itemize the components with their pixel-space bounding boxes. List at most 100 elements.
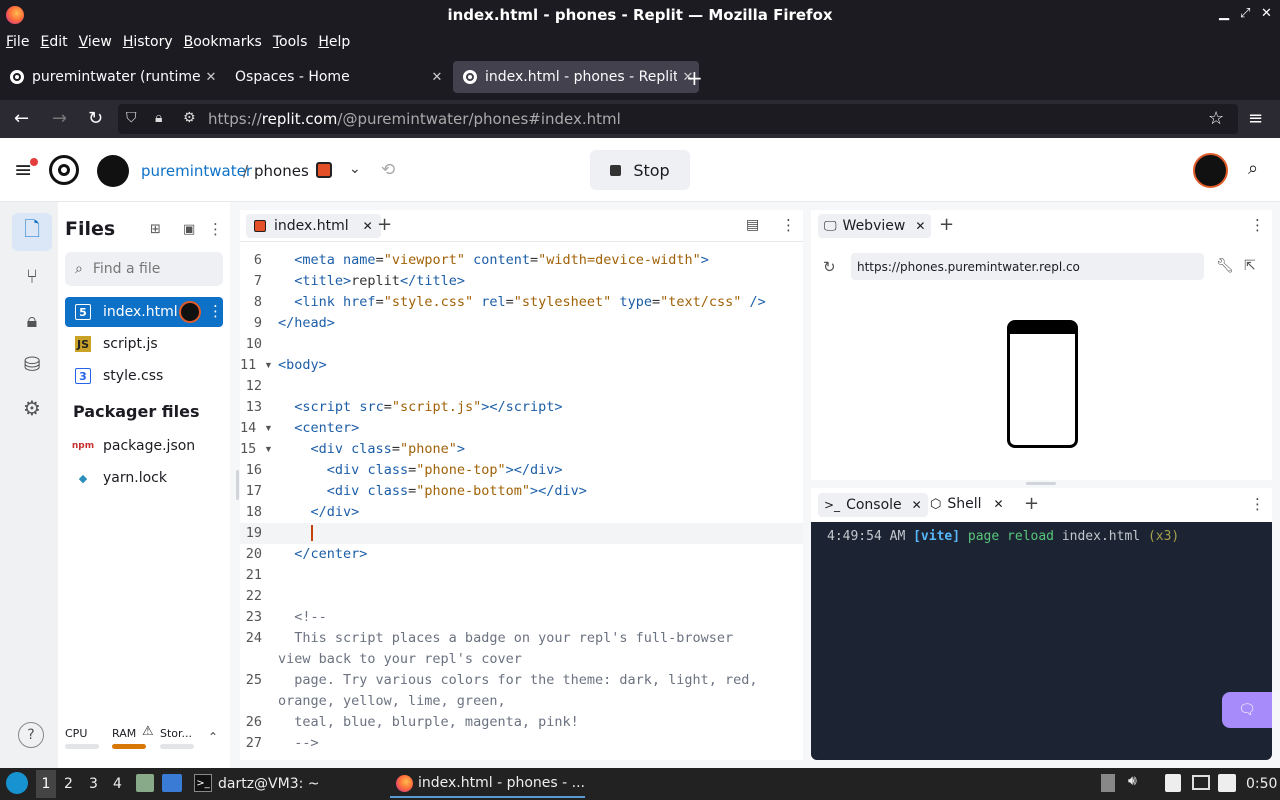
replit-tab-icon xyxy=(10,70,24,84)
menu-file[interactable]: File xyxy=(6,34,29,50)
add-tab-icon[interactable]: + xyxy=(939,214,954,235)
user-avatar[interactable] xyxy=(1193,153,1228,188)
files-icon[interactable]: 🗋︎ xyxy=(12,213,52,251)
close-tab-icon[interactable]: ✕ xyxy=(912,498,922,512)
storage-meter xyxy=(160,744,194,749)
file-yarn-lock[interactable]: ◆ yarn.lock xyxy=(65,463,223,493)
minimize-icon[interactable]: ▁ xyxy=(1219,6,1229,21)
webview-tab[interactable]: 🖵 Webview ✕ xyxy=(818,214,932,238)
taskbar-terminal[interactable]: dartz@VM3: ~ xyxy=(218,776,320,792)
find-file-input[interactable]: ⌕ Find a file xyxy=(65,252,223,286)
code-line: 19 xyxy=(240,523,803,544)
shield-icon[interactable]: ⛉ xyxy=(126,110,137,126)
code-text: <script src="script.js"></script> xyxy=(294,399,563,415)
chevron-up-icon[interactable]: ⌃ xyxy=(208,730,218,744)
database-icon[interactable]: ⛁ xyxy=(12,345,52,383)
chevron-down-icon[interactable]: ⌄ xyxy=(349,161,361,177)
back-icon[interactable]: ← xyxy=(14,108,29,129)
tab-ospaces[interactable]: Ospaces - Home ✕ xyxy=(226,61,448,93)
add-tab-icon[interactable]: + xyxy=(377,214,392,235)
file-script-js[interactable]: JS script.js xyxy=(65,329,223,359)
panel-resize-handle[interactable] xyxy=(236,470,239,500)
close-window-icon[interactable]: ✕ xyxy=(1261,6,1272,21)
workspace-3[interactable]: 3 xyxy=(89,776,98,792)
workspace-2[interactable]: 2 xyxy=(64,776,73,792)
secrets-lock-icon[interactable]: 🔒︎ xyxy=(12,301,52,339)
bookmark-star-icon[interactable]: ☆ xyxy=(1208,108,1224,129)
close-tab-icon[interactable]: ✕ xyxy=(200,70,222,85)
menu-help[interactable]: Help xyxy=(318,34,350,50)
tab-index-html[interactable]: index.html - phones - Replit ✕ xyxy=(453,61,699,93)
line-number: 14 ▾ xyxy=(240,420,273,436)
menu-history[interactable]: History xyxy=(123,34,173,50)
forward-icon[interactable]: → xyxy=(52,108,67,129)
file-manager-icon[interactable] xyxy=(136,774,154,792)
workspace-1[interactable]: 1 xyxy=(36,770,56,798)
workspace-4[interactable]: 4 xyxy=(113,776,122,792)
npm-icon: npm xyxy=(71,441,95,451)
search-icon[interactable]: ⌕ xyxy=(1248,158,1258,179)
new-folder-icon[interactable]: ▣ xyxy=(183,222,195,237)
clipboard-icon[interactable] xyxy=(1165,774,1181,792)
repl-avatar[interactable] xyxy=(97,155,129,187)
desktop-icon[interactable] xyxy=(162,774,182,792)
webview-more-icon[interactable]: ⋮ xyxy=(1250,216,1265,234)
taskbar-browser[interactable]: index.html - phones - ... xyxy=(390,770,585,798)
open-new-window-icon[interactable]: ⇱ xyxy=(1244,258,1256,274)
console-more-icon[interactable]: ⋮ xyxy=(1250,495,1265,513)
file-style-css[interactable]: 3 style.css xyxy=(65,361,223,391)
firefox-icon xyxy=(6,6,24,24)
code-line: orange, yellow, lime, green, xyxy=(240,691,506,712)
menu-view[interactable]: View xyxy=(79,34,112,50)
format-icon[interactable]: ▤ xyxy=(746,217,759,233)
close-tab-icon[interactable]: ✕ xyxy=(426,70,448,85)
new-file-icon[interactable]: ⊞ xyxy=(150,222,161,237)
network-icon[interactable] xyxy=(1218,774,1236,792)
shell-tab[interactable]: ⬡ Shell ✕ xyxy=(930,496,1004,512)
os-start-icon[interactable] xyxy=(6,772,28,794)
add-tab-icon[interactable]: + xyxy=(1024,493,1039,514)
editor-tab-index-html[interactable]: index.html ✕ xyxy=(246,214,381,238)
close-tab-icon[interactable]: ✕ xyxy=(915,219,925,233)
webview-reload-icon[interactable]: ↻ xyxy=(823,258,836,276)
volume-icon[interactable]: 🔊︎ xyxy=(1128,773,1137,789)
new-tab-icon[interactable]: + xyxy=(686,66,703,90)
devtools-wrench-icon[interactable]: 🔧︎ xyxy=(1216,258,1234,274)
reload-icon[interactable]: ↻ xyxy=(88,108,103,129)
file-package-json[interactable]: npm package.json xyxy=(65,431,223,461)
editor-more-icon[interactable]: ⋮ xyxy=(781,216,796,234)
close-tab-icon[interactable]: ✕ xyxy=(363,219,373,233)
help-icon[interactable]: ? xyxy=(18,722,44,748)
git-icon[interactable]: ⑂ xyxy=(12,257,52,295)
stop-button[interactable]: Stop xyxy=(590,150,690,190)
webview-url-input[interactable]: https://phones.puremintwater.repl.co xyxy=(851,253,1204,280)
menu-edit[interactable]: Edit xyxy=(40,34,67,50)
menu-bookmarks[interactable]: Bookmarks xyxy=(184,34,262,50)
permissions-icon[interactable]: ⚙ xyxy=(183,110,196,126)
history-icon[interactable]: ⟲ xyxy=(381,160,395,180)
tray-updates-icon[interactable] xyxy=(1101,774,1115,792)
replit-tab-icon xyxy=(463,70,477,84)
url-bar[interactable]: https://replit.com/@puremintwater/phones… xyxy=(118,104,1238,134)
replit-logo-icon[interactable] xyxy=(49,155,79,185)
files-more-icon[interactable]: ⋮ xyxy=(208,220,223,238)
owner-link[interactable]: puremintwater xyxy=(141,162,252,180)
line-number: 26 xyxy=(245,714,262,730)
app-menu-icon[interactable]: ≡ xyxy=(1248,108,1263,129)
code-line: 17 <div class="phone-bottom"></div> xyxy=(240,481,587,502)
display-icon[interactable] xyxy=(1192,775,1210,790)
packager-files-title: Packager files xyxy=(73,402,200,421)
repl-name[interactable]: phones xyxy=(254,162,309,180)
tab-puremintwater[interactable]: puremintwater (runtime) ✕ xyxy=(0,61,222,93)
lock-icon[interactable]: 🔒︎ xyxy=(155,110,162,126)
file-more-icon[interactable]: ⋮ xyxy=(208,302,223,320)
close-tab-icon[interactable]: ✕ xyxy=(994,497,1004,511)
feedback-chat-icon[interactable]: 🗨︎ xyxy=(1222,692,1272,728)
line-number: 19 xyxy=(245,525,262,541)
console-tab[interactable]: >_ Console ✕ xyxy=(818,493,928,517)
menu-tools[interactable]: Tools xyxy=(273,34,308,50)
console-output[interactable] xyxy=(811,522,1272,760)
panel-resize-handle[interactable] xyxy=(1026,482,1056,485)
settings-gear-icon[interactable]: ⚙ xyxy=(12,389,52,427)
maximize-icon[interactable]: ⤢ xyxy=(1240,6,1250,21)
